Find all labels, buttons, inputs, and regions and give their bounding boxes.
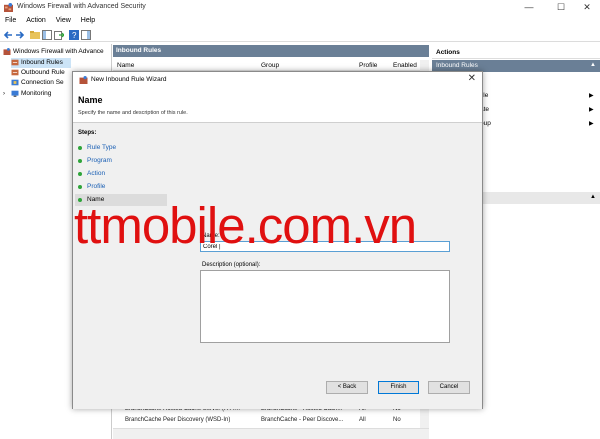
firewall-icon bbox=[79, 76, 88, 84]
maximize-button[interactable]: ☐ bbox=[550, 1, 572, 13]
menu-bar: File Action View Help bbox=[0, 15, 600, 28]
submenu-arrow-icon: ▶ bbox=[589, 93, 594, 99]
wizard-content: Name: Description (optional): bbox=[169, 124, 482, 409]
step-complete-dot-icon bbox=[78, 185, 82, 189]
actions-section-header[interactable] bbox=[478, 192, 600, 204]
step-complete-dot-icon bbox=[78, 172, 82, 176]
expand-chevron-icon[interactable]: › bbox=[3, 89, 11, 99]
step-rule-type[interactable]: Rule Type bbox=[75, 142, 167, 154]
submenu-arrow-icon: ▶ bbox=[589, 121, 594, 127]
description-input[interactable] bbox=[200, 270, 450, 343]
step-action[interactable]: Action bbox=[75, 168, 167, 180]
steps-label: Steps: bbox=[78, 130, 97, 136]
properties-pane-icon[interactable] bbox=[81, 30, 91, 40]
description-label: Description (optional): bbox=[202, 262, 261, 268]
menu-help[interactable]: Help bbox=[76, 15, 100, 26]
firewall-icon bbox=[3, 47, 11, 55]
collapse-up-icon[interactable]: ▲ bbox=[590, 194, 596, 200]
step-program[interactable]: Program bbox=[75, 155, 167, 167]
finish-button[interactable]: Finish bbox=[378, 381, 419, 394]
window-title: Windows Firewall with Advanced Security bbox=[17, 3, 146, 10]
tree-root[interactable]: Windows Firewall with Advance bbox=[3, 47, 111, 57]
back-button[interactable]: < Back bbox=[326, 381, 368, 394]
column-name[interactable]: Name bbox=[117, 62, 134, 69]
wizard-page-description: Specify the name and description of this… bbox=[78, 110, 188, 116]
connection-security-icon bbox=[11, 79, 19, 86]
help-icon[interactable]: ? bbox=[69, 30, 79, 40]
step-profile[interactable]: Profile bbox=[75, 181, 167, 193]
close-button[interactable]: ✕ bbox=[576, 1, 598, 13]
watermark: ttmobile.com.vn bbox=[74, 197, 417, 254]
back-arrow-icon[interactable] bbox=[3, 30, 13, 40]
inbound-rules-icon bbox=[11, 59, 19, 66]
rules-column-headers: Name Group Profile Enabled ^ bbox=[113, 60, 429, 71]
folder-up-icon[interactable] bbox=[30, 30, 40, 40]
actions-header: Actions bbox=[432, 45, 600, 59]
rules-horizontal-scrollbar[interactable] bbox=[113, 428, 429, 439]
wizard-page-title: Name bbox=[78, 95, 103, 105]
wizard-steps: Steps: Rule Type Program Action Profile … bbox=[73, 124, 169, 409]
show-tree-icon[interactable] bbox=[42, 30, 52, 40]
tree-item-inbound-rules[interactable]: Inbound Rules bbox=[11, 58, 71, 68]
submenu-arrow-icon: ▶ bbox=[589, 107, 594, 113]
step-complete-dot-icon bbox=[78, 159, 82, 163]
firewall-icon bbox=[4, 3, 13, 12]
wizard-title: New Inbound Rule Wizard bbox=[91, 76, 167, 83]
column-group[interactable]: Group bbox=[261, 62, 279, 69]
wizard-header: Name Specify the name and description of… bbox=[73, 88, 482, 123]
menu-file[interactable]: File bbox=[0, 15, 21, 26]
toolbar: ? bbox=[0, 28, 600, 42]
svg-text:?: ? bbox=[72, 31, 77, 40]
menu-view[interactable]: View bbox=[51, 15, 76, 26]
step-complete-dot-icon bbox=[78, 146, 82, 150]
outbound-rules-icon bbox=[11, 69, 19, 76]
wizard-title-bar: New Inbound Rule Wizard ✕ bbox=[73, 72, 482, 88]
menu-action[interactable]: Action bbox=[21, 15, 50, 26]
wizard-close-button[interactable]: ✕ bbox=[468, 73, 476, 84]
collapse-up-icon[interactable]: ▲ bbox=[590, 62, 596, 68]
column-profile[interactable]: Profile bbox=[359, 62, 377, 69]
export-icon[interactable] bbox=[54, 30, 64, 40]
minimize-button[interactable]: — bbox=[518, 1, 540, 13]
center-pane-header: Inbound Rules bbox=[113, 45, 429, 57]
table-row[interactable]: BranchCache Peer Discovery (WSD-In) Bran… bbox=[113, 415, 429, 426]
forward-arrow-icon[interactable] bbox=[15, 30, 25, 40]
column-enabled[interactable]: Enabled bbox=[393, 62, 417, 69]
title-bar: Windows Firewall with Advanced Security … bbox=[0, 0, 600, 15]
cancel-button[interactable]: Cancel bbox=[428, 381, 470, 394]
monitoring-icon bbox=[11, 90, 19, 97]
